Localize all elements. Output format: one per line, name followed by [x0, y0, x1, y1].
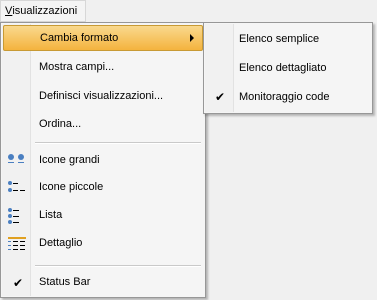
menu-item-ordina[interactable]: Ordina...: [3, 112, 203, 138]
list-view-icon: [7, 207, 27, 225]
submenu-item-elenco-semplice[interactable]: Elenco semplice: [205, 25, 371, 53]
menu-item-label: Icone grandi: [39, 154, 100, 166]
menu-accelerator: V: [5, 5, 13, 17]
details-view-icon: [7, 235, 27, 253]
menu-visualizzazioni[interactable]: Visualizzazioni: [0, 0, 86, 22]
menu-item-dettaglio[interactable]: Dettaglio: [3, 231, 203, 257]
menu-label: isualizzazioni: [12, 5, 78, 17]
menu-item-label: Mostra campi...: [39, 61, 115, 73]
submenu-item-elenco-dettagliato[interactable]: Elenco dettagliato: [205, 54, 371, 82]
menu-item-label: Cambia formato: [40, 32, 119, 44]
checkmark-icon: ✔: [215, 90, 226, 104]
submenu-item-label: Elenco dettagliato: [239, 62, 327, 74]
menu-item-icone-grandi[interactable]: Icone grandi: [3, 148, 203, 174]
menu-item-label: Lista: [39, 209, 63, 221]
menu-item-label: Icone piccole: [39, 181, 104, 193]
submenu-item-label: Monitoraggio code: [239, 91, 330, 103]
visualizzazioni-dropdown: Cambia formato Mostra campi... Definisci…: [0, 22, 206, 298]
menu-separator: [35, 142, 201, 144]
submenu-item-label: Elenco semplice: [239, 33, 320, 45]
menu-item-lista[interactable]: Lista: [3, 203, 203, 229]
large-icons-icon: [7, 152, 27, 170]
menu-item-definisci-visualizzazioni[interactable]: Definisci visualizzazioni...: [3, 84, 203, 110]
cambia-formato-submenu: Elenco semplice Elenco dettagliato ✔ Mon…: [203, 22, 373, 114]
menu-separator: [35, 265, 201, 267]
submenu-item-monitoraggio-code[interactable]: ✔ Monitoraggio code: [205, 83, 371, 111]
submenu-arrow-icon: [190, 34, 194, 42]
menu-item-cambia-formato[interactable]: Cambia formato: [3, 25, 203, 51]
menu-item-label: Definisci visualizzazioni...: [39, 90, 164, 102]
menu-item-status-bar[interactable]: ✔ Status Bar: [3, 270, 203, 296]
menu-item-label: Dettaglio: [39, 237, 83, 249]
menu-item-label: Status Bar: [39, 276, 91, 288]
menu-item-icone-piccole[interactable]: Icone piccole: [3, 175, 203, 201]
menu-item-label: Ordina...: [39, 118, 82, 130]
small-icons-icon: [7, 179, 27, 197]
checkmark-icon: ✔: [13, 276, 24, 290]
menu-item-mostra-campi[interactable]: Mostra campi...: [3, 55, 203, 81]
